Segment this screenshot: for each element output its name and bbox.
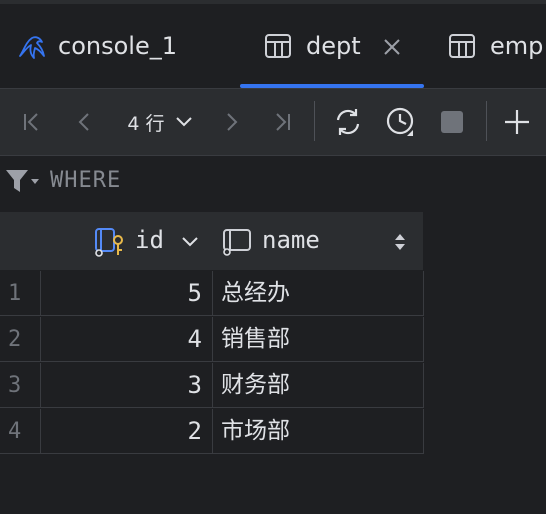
row-count-dropdown[interactable]: 4 行 [120,89,200,155]
mysql-dolphin-icon [19,36,45,59]
last-page-icon [276,113,290,131]
table-row[interactable]: 4 2 市场部 [0,409,424,455]
row-number: 4 [0,409,41,454]
toolbar-divider [486,101,487,141]
table-icon [449,34,475,58]
first-page-icon [24,113,38,131]
chevron-down-icon [175,117,192,127]
editor-tab-bar: console_1 dept emp [0,4,546,88]
tab-console[interactable]: console_1 [16,4,177,88]
name-cell[interactable]: 销售部 [213,317,424,362]
tab-emp[interactable]: emp [448,4,543,88]
row-number: 1 [0,271,41,316]
toolbar-divider [314,101,315,141]
chevron-right-icon [227,113,238,131]
column-header-label: name [262,226,320,254]
filter-icon[interactable] [4,168,44,196]
tab-label: emp [490,32,544,60]
id-cell[interactable]: 5 [41,271,213,316]
row-number-header [0,212,42,270]
where-filter-bar[interactable]: WHERE [0,156,546,208]
where-label: WHERE [50,168,122,193]
tab-label: dept [306,32,361,60]
tab-label: console_1 [58,32,177,60]
close-icon[interactable] [382,37,402,57]
row-count-label: 4 行 [127,112,165,135]
chevron-left-icon [78,113,89,131]
name-cell[interactable]: 财务部 [213,363,424,408]
column-header-label: id [135,226,164,254]
id-cell[interactable]: 2 [41,409,213,454]
last-page-button[interactable] [266,89,298,155]
add-row-button[interactable] [500,89,534,155]
refresh-icon [336,109,360,135]
id-cell[interactable]: 4 [41,317,213,362]
row-number: 3 [0,363,41,408]
clock-icon [386,107,414,136]
id-cell[interactable]: 3 [41,363,213,408]
plus-icon [505,110,529,134]
sort-icon[interactable] [393,232,407,252]
row-number: 2 [0,317,41,362]
result-toolbar: 4 行 [0,88,546,156]
name-cell[interactable]: 市场部 [213,409,424,454]
table-row[interactable]: 1 5 总经办 [0,271,424,317]
column-header-name[interactable]: name [213,212,424,270]
next-page-button[interactable] [218,89,246,155]
primary-key-column-icon [95,228,123,257]
table-row[interactable]: 2 4 销售部 [0,317,424,363]
name-cell[interactable]: 总经办 [213,271,424,316]
previous-page-button[interactable] [70,89,98,155]
refresh-button[interactable] [328,89,368,155]
history-button[interactable] [380,89,422,155]
stop-button[interactable] [436,89,468,155]
chevron-down-icon[interactable] [181,236,199,248]
table-row[interactable]: 3 3 财务部 [0,363,424,409]
stop-icon [441,111,463,133]
column-icon [223,229,251,256]
first-page-button[interactable] [16,89,48,155]
column-header-id[interactable]: id [41,212,214,270]
tab-dept[interactable]: dept [264,4,361,88]
table-icon [265,34,291,58]
